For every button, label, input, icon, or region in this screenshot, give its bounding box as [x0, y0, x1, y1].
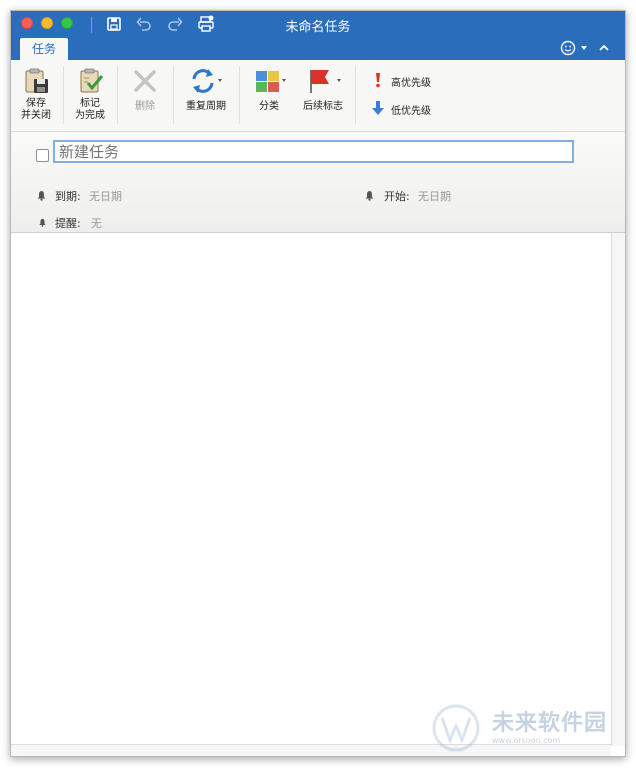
high-priority-label: 高优先级: [391, 78, 431, 89]
start-label: 开始:: [384, 190, 410, 203]
task-window: 未命名任务 任务 保存 并关闭 标记 为完成 删除 重复周期 分类 后续标志 高…: [10, 10, 626, 757]
ribbon-separator: [63, 66, 64, 124]
clipboard-save-icon: [25, 68, 48, 93]
collapse-ribbon-icon[interactable]: [598, 42, 610, 54]
feedback-smiley-icon[interactable]: [560, 40, 576, 56]
ribbon-tab-bar: [11, 38, 625, 60]
save-close-button[interactable]: 保存 并关闭: [15, 60, 57, 130]
title-bar: 未命名任务: [11, 11, 625, 38]
mark-complete-button[interactable]: 标记 为完成: [69, 60, 111, 130]
due-label: 到期:: [55, 190, 81, 203]
mark-complete-label-line1: 标记: [80, 98, 100, 109]
recurrence-button[interactable]: 重复周期: [181, 60, 231, 130]
ribbon-separator: [239, 66, 240, 124]
ribbon-separator: [355, 66, 356, 124]
watermark-url: www.orsoon.com: [492, 736, 561, 745]
high-priority-icon: [376, 73, 380, 88]
bell-icon: [365, 191, 374, 201]
low-priority-label: 低优先级: [391, 106, 431, 117]
categorize-button[interactable]: 分类: [247, 60, 291, 130]
flag-icon: [310, 70, 341, 93]
chevron-down-icon[interactable]: [580, 44, 588, 52]
ribbon-separator: [173, 66, 174, 124]
task-complete-checkbox[interactable]: [36, 149, 49, 162]
reminder-bell-icon: [39, 218, 46, 227]
follow-up-label: 后续标志: [303, 101, 343, 112]
low-priority-arrow-icon: [372, 101, 384, 115]
task-subject-input[interactable]: [53, 140, 574, 163]
save-close-label-line1: 保存: [26, 98, 46, 109]
reminder-label: 提醒:: [55, 217, 81, 230]
bell-icon: [37, 191, 46, 201]
tab-task[interactable]: 任务: [20, 38, 68, 60]
delete-x-icon: [134, 70, 156, 92]
start-value[interactable]: 无日期: [418, 188, 451, 204]
window-title: 未命名任务: [285, 20, 351, 35]
recurrence-label: 重复周期: [186, 101, 226, 112]
high-priority-button[interactable]: 高优先级: [369, 72, 439, 90]
clipboard-check-icon: [80, 68, 104, 93]
due-value[interactable]: 无日期: [89, 188, 122, 204]
ribbon-separator: [117, 66, 118, 124]
vertical-scrollbar[interactable]: [611, 233, 625, 746]
recurrence-arrows-icon: [192, 69, 222, 93]
reminder-value[interactable]: 无: [91, 215, 102, 231]
follow-up-button[interactable]: 后续标志: [297, 60, 349, 130]
mark-complete-label-line2: 为完成: [75, 110, 105, 121]
ribbon-toolbar: 保存 并关闭 标记 为完成 删除 重复周期 分类 后续标志 高优先级 低优先级: [11, 60, 625, 132]
categorize-grid-icon: [256, 71, 286, 92]
save-close-label-line2: 并关闭: [21, 110, 51, 121]
task-header-form: 到期: 无日期 开始: 无日期 提醒: 无: [11, 132, 625, 233]
delete-button[interactable]: 删除: [125, 60, 165, 130]
categorize-label: 分类: [259, 101, 279, 112]
low-priority-button[interactable]: 低优先级: [369, 100, 439, 118]
task-body-editor[interactable]: [11, 233, 611, 746]
delete-label: 删除: [135, 101, 155, 112]
watermark-text: 未来软件园: [492, 711, 608, 736]
